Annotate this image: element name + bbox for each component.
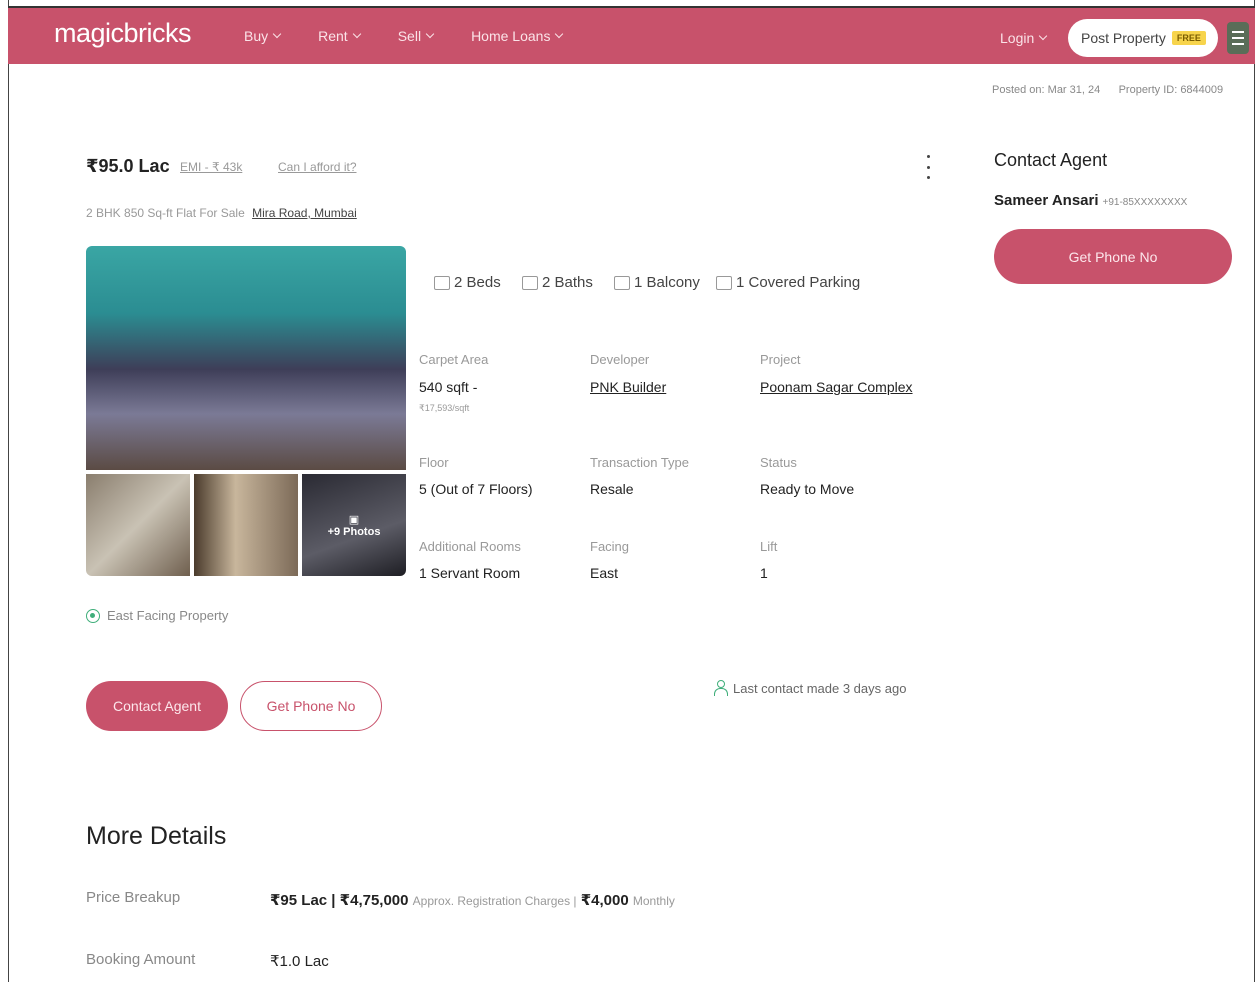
booking-amount-value: ₹1.0 Lac [270, 953, 329, 970]
check-circle-icon [86, 608, 100, 623]
baths-info: 2 Baths [522, 274, 593, 291]
login-button[interactable]: Login [1000, 30, 1048, 46]
emi-link[interactable]: EMI - ₹ 43k [180, 160, 242, 174]
bath-icon [522, 275, 538, 290]
photo-thumbnails: ▣ +9 Photos [86, 474, 406, 576]
agent-phone: +91-85XXXXXXXX [1102, 197, 1188, 208]
carpet-area-rate: ₹17,593/sqft [419, 403, 470, 413]
person-icon [714, 680, 728, 696]
east-facing-tag: East Facing Property [86, 608, 228, 623]
chevron-down-icon [555, 29, 564, 39]
east-facing-label: East Facing Property [107, 608, 229, 623]
afford-link[interactable]: Can I afford it? [278, 160, 357, 174]
more-details-title: More Details [86, 822, 227, 850]
agent-name: Sameer Ansari [994, 192, 1099, 209]
additional-rooms-value: 1 Servant Room [419, 565, 521, 581]
listing-subtitle: 2 BHK 850 Sq-ft Flat For Sale Mira Road,… [86, 206, 357, 220]
nav-home-loans[interactable]: Home Loans [471, 28, 564, 44]
floor-label: Floor [419, 455, 449, 470]
camera-icon: ▣ [348, 513, 360, 526]
project-link[interactable]: Poonam Sagar Complex [760, 379, 913, 395]
chevron-down-icon [425, 29, 435, 39]
additional-rooms-label: Additional Rooms [419, 539, 521, 554]
registration-charges-label: Approx. Registration Charges | [412, 894, 577, 908]
nav-rent[interactable]: Rent [318, 28, 361, 44]
hamburger-menu-icon[interactable] [1227, 22, 1249, 54]
thumbnail-photo[interactable] [86, 474, 190, 576]
transaction-type-label: Transaction Type [590, 455, 689, 470]
price-breakup-label: Price Breakup [86, 889, 181, 906]
get-phone-button[interactable]: Get Phone No [240, 681, 382, 731]
beds-label: 2 Beds [454, 274, 501, 291]
top-navbar: magicbricks Buy Rent Sell Home Loans Log… [8, 6, 1255, 64]
chevron-down-icon [272, 29, 282, 39]
login-label: Login [1000, 30, 1035, 46]
magicbricks-logo[interactable]: magicbricks [54, 18, 192, 49]
developer-label: Developer [590, 352, 650, 367]
more-photos-label: +9 Photos [327, 525, 381, 538]
bed-icon [434, 275, 450, 290]
facing-label: Facing [590, 539, 630, 554]
thumbnail-photo[interactable] [194, 474, 298, 576]
nav-sell-label: Sell [397, 28, 422, 44]
listing-price: ₹95.0 Lac [86, 156, 170, 176]
floor-value: 5 (Out of 7 Floors) [419, 481, 533, 497]
maintenance-period: Monthly [632, 894, 675, 908]
maintenance-amount: ₹4,000 [580, 892, 629, 909]
posted-info: Posted on: Mar 31, 24 Property ID: 68440… [992, 84, 1223, 96]
transaction-type-value: Resale [590, 481, 634, 497]
chevron-down-icon [1039, 31, 1048, 41]
nav-sell[interactable]: Sell [397, 28, 435, 44]
carpet-area-value: 540 sqft - [419, 379, 478, 395]
balcony-info: 1 Balcony [614, 274, 700, 291]
listing-type: 2 BHK 850 Sq-ft Flat For Sale [86, 206, 245, 220]
main-photo[interactable] [86, 246, 406, 470]
chevron-down-icon [352, 29, 361, 39]
nav-home-loans-label: Home Loans [471, 28, 551, 44]
balcony-label: 1 Balcony [634, 274, 700, 291]
post-property-label: Post Property [1081, 30, 1166, 46]
contact-agent-title: Contact Agent [994, 150, 1108, 170]
balcony-icon [614, 275, 630, 290]
free-badge: FREE [1171, 31, 1206, 45]
location-link[interactable]: Mira Road, Mumbai [252, 206, 357, 220]
price-breakup-amount: ₹95 Lac | ₹4,75,000 [270, 892, 409, 909]
status-value: Ready to Move [760, 481, 855, 497]
developer-link[interactable]: PNK Builder [590, 379, 666, 395]
posted-date: Posted on: Mar 31, 24 [992, 84, 1101, 96]
property-id: Property ID: 6844009 [1118, 84, 1224, 96]
booking-amount-label: Booking Amount [86, 951, 196, 968]
lift-label: Lift [760, 539, 778, 554]
more-photos-button[interactable]: ▣ +9 Photos [302, 474, 406, 576]
parking-label: 1 Covered Parking [736, 274, 861, 291]
last-contact-info: Last contact made 3 days ago [714, 680, 906, 696]
more-options-icon[interactable] [924, 155, 932, 179]
carpet-area-label: Carpet Area [419, 352, 489, 367]
sidebar-get-phone-button[interactable]: Get Phone No [994, 229, 1232, 284]
price-breakup-value: ₹95 Lac | ₹4,75,000 Approx. Registration… [270, 891, 675, 909]
main-nav: Buy Rent Sell Home Loans [244, 28, 600, 44]
beds-info: 2 Beds [434, 274, 501, 291]
last-contact-label: Last contact made 3 days ago [733, 680, 907, 696]
project-label: Project [760, 352, 801, 367]
baths-label: 2 Baths [542, 274, 593, 291]
facing-value: East [590, 565, 619, 581]
lift-value: 1 [760, 565, 768, 581]
contact-agent-button[interactable]: Contact Agent [86, 681, 228, 731]
post-property-button[interactable]: Post Property FREE [1068, 19, 1218, 57]
nav-rent-label: Rent [318, 28, 348, 44]
nav-buy[interactable]: Buy [244, 28, 282, 44]
parking-info: 1 Covered Parking [716, 274, 860, 291]
nav-buy-label: Buy [244, 28, 269, 44]
parking-icon [716, 275, 732, 290]
agent-info: Sameer Ansari +91-85XXXXXXXX [994, 192, 1187, 209]
status-label: Status [760, 455, 797, 470]
